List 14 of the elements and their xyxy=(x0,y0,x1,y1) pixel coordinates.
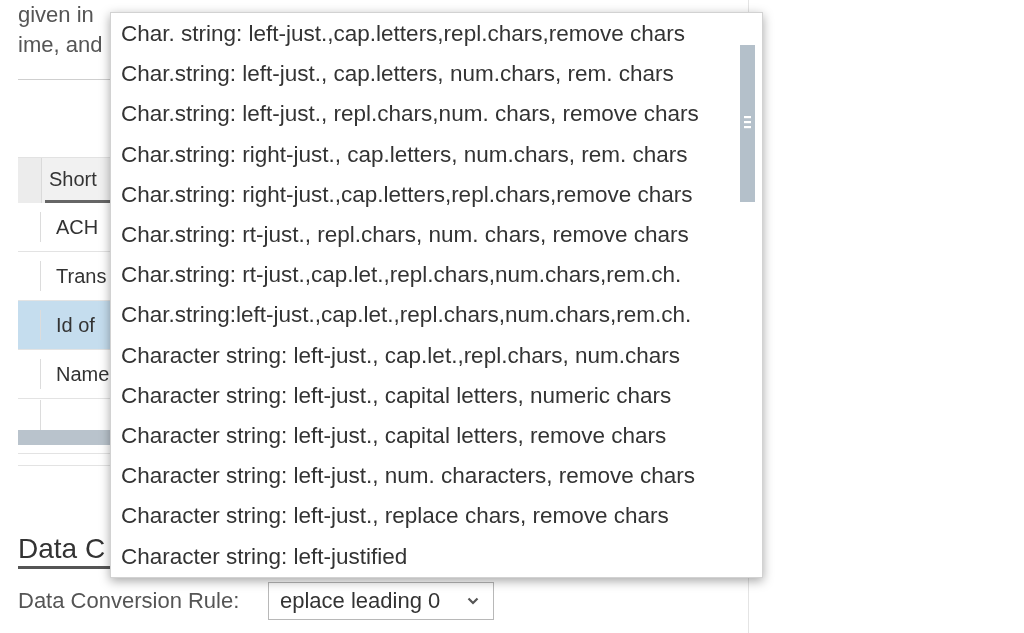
description-text: ime, and xyxy=(18,31,103,59)
field-label: Data Conversion Rule: xyxy=(18,588,241,614)
scrollbar-thumb[interactable] xyxy=(740,45,755,202)
table-cell: ACH xyxy=(56,215,99,239)
table-row[interactable]: Id of xyxy=(18,301,111,350)
chevron-down-icon xyxy=(467,597,479,605)
table-cell: Name xyxy=(56,362,110,386)
table-cell: Trans xyxy=(56,264,107,288)
list-option[interactable]: Character string: left-justified xyxy=(111,536,738,577)
table-cell: Id of xyxy=(56,313,95,337)
selection-column-header[interactable] xyxy=(18,158,42,203)
horizontal-scrollbar[interactable] xyxy=(18,430,111,445)
description-text: given in xyxy=(18,1,94,29)
dropdown-field[interactable]: eplace leading 0 xyxy=(268,582,494,620)
